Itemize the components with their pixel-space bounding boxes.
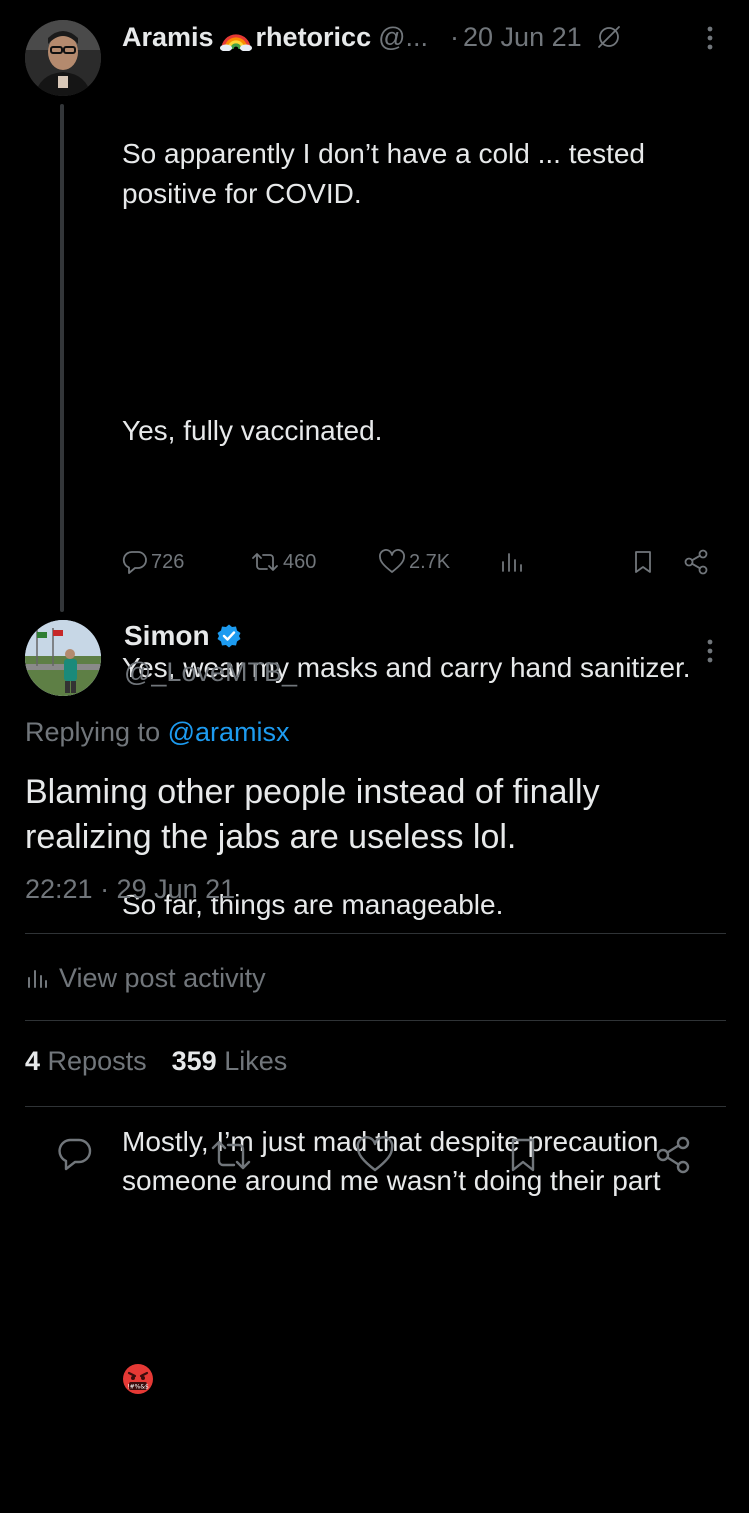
bookmark-icon xyxy=(630,549,656,575)
bookmark-button[interactable] xyxy=(498,1130,548,1180)
likes-count: 359 xyxy=(171,1046,217,1076)
likes-label: Likes xyxy=(224,1046,288,1076)
more-vertical-icon[interactable] xyxy=(700,637,720,665)
angry-symbols-emoji: !#%&$ xyxy=(122,1284,732,1474)
heart-icon xyxy=(354,1135,396,1175)
parent-tweet-header: Aramis rhetoricc @... · 20 Jun 21 xyxy=(122,18,722,56)
reply-icon xyxy=(55,1135,95,1175)
grok-icon[interactable] xyxy=(596,24,622,50)
share-icon xyxy=(682,548,710,576)
repost-count: 460 xyxy=(283,550,317,573)
avatar-aramis[interactable] xyxy=(25,20,101,96)
more-vertical-icon[interactable] xyxy=(700,24,720,52)
replying-to-link[interactable]: @aramisx xyxy=(168,717,290,747)
parent-handle-name[interactable]: rhetoricc xyxy=(256,22,372,53)
bar-chart-icon xyxy=(498,549,526,575)
parent-display-name[interactable]: Aramis xyxy=(122,22,214,53)
parent-action-bar: 726 460 2.7K xyxy=(122,545,722,579)
divider xyxy=(25,1106,726,1107)
view-post-activity[interactable]: View post activity xyxy=(25,958,266,998)
divider xyxy=(25,933,726,934)
likes-stat[interactable]: 359 Likes xyxy=(172,1046,288,1077)
parent-handle-rest[interactable]: @... xyxy=(378,22,428,53)
reply-handle[interactable]: @_LoveMTB_ xyxy=(124,657,297,688)
body-line: So apparently I don’t have a cold ... te… xyxy=(122,138,653,209)
share-icon xyxy=(652,1134,694,1176)
reply-timestamp[interactable]: 22:21 · 29 Jun 21 xyxy=(25,874,235,905)
repost-icon xyxy=(209,1135,253,1175)
views-action[interactable] xyxy=(498,545,526,579)
reply-author[interactable]: Simon xyxy=(124,620,242,652)
like-action[interactable]: 2.7K xyxy=(378,545,450,579)
like-count: 2.7K xyxy=(409,550,451,573)
avatar-simon[interactable] xyxy=(25,620,101,696)
share-action[interactable] xyxy=(682,545,710,579)
reply-body: Blaming other people instead of finally … xyxy=(25,773,600,856)
svg-text:!#%&$: !#%&$ xyxy=(127,1383,149,1390)
bookmark-icon xyxy=(503,1135,543,1175)
reply-button[interactable] xyxy=(50,1130,100,1180)
activity-label: View post activity xyxy=(59,962,266,993)
bookmark-action[interactable] xyxy=(630,545,656,579)
reply-icon xyxy=(122,549,148,575)
thread-line xyxy=(60,104,64,612)
reply-display-name[interactable]: Simon xyxy=(124,620,210,652)
replying-prefix: Replying to xyxy=(25,717,161,747)
replying-to: Replying to @aramisx xyxy=(25,717,290,748)
repost-icon xyxy=(250,549,280,575)
repost-button[interactable] xyxy=(206,1130,256,1180)
body-line: Yes, fully vaccinated. xyxy=(122,414,383,446)
reply-count: 726 xyxy=(151,550,185,573)
reposts-stat[interactable]: 4 Reposts xyxy=(25,1046,147,1077)
share-button[interactable] xyxy=(648,1130,698,1180)
header-separator: · xyxy=(450,21,460,52)
verified-badge-icon[interactable] xyxy=(216,623,242,649)
like-button[interactable] xyxy=(350,1130,400,1180)
reply-action-bar xyxy=(0,1130,749,1180)
reply-action[interactable]: 726 xyxy=(122,545,184,579)
engagement-stats: 4 Reposts 359 Likes xyxy=(25,1046,287,1077)
repost-action[interactable]: 460 xyxy=(250,545,316,579)
reposts-count: 4 xyxy=(25,1046,41,1076)
bar-chart-icon xyxy=(25,965,49,991)
divider xyxy=(25,1020,726,1021)
rainbow-emoji xyxy=(219,23,252,51)
reposts-label: Reposts xyxy=(47,1046,147,1076)
parent-date[interactable]: 20 Jun 21 xyxy=(463,22,582,53)
heart-icon xyxy=(378,549,406,575)
